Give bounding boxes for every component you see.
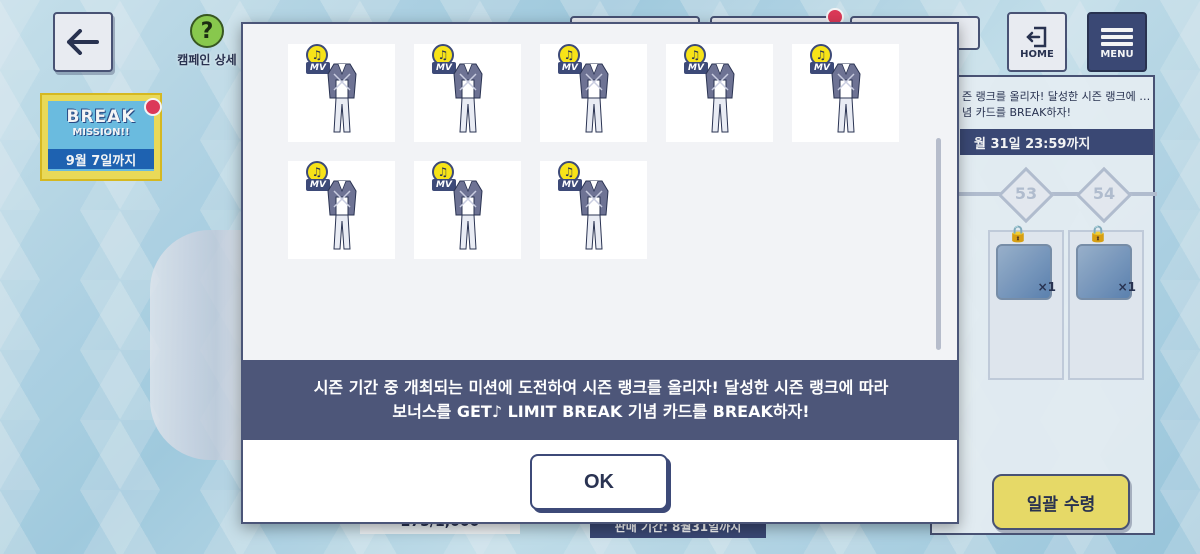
costume-icon bbox=[327, 63, 357, 133]
costume-icon bbox=[579, 180, 609, 250]
modal-message-line-2: 보너스를 GET♪ LIMIT BREAK 기념 카드를 BREAK하자! bbox=[392, 402, 810, 421]
list-scrollbar[interactable] bbox=[936, 138, 941, 350]
ok-button[interactable]: OK bbox=[530, 454, 668, 510]
card-tile[interactable]: ♫ MV bbox=[792, 44, 899, 142]
modal-message: 시즌 기간 중 개최되는 미션에 도전하여 시즌 랭크를 올리자! 달성한 시즌… bbox=[243, 360, 957, 440]
card-reward-list[interactable]: ♫ MV ♫ MV ♫ MV ♫ MV ♫ MV ♫ MV ♫ MV ♫ MV bbox=[243, 24, 957, 360]
costume-icon bbox=[453, 63, 483, 133]
card-tile[interactable]: ♫ MV bbox=[288, 161, 395, 259]
card-tile[interactable]: ♫ MV bbox=[540, 161, 647, 259]
costume-icon bbox=[453, 180, 483, 250]
modal-message-line-1: 시즌 기간 중 개최되는 미션에 도전하여 시즌 랭크를 올리자! 달성한 시즌… bbox=[313, 378, 889, 397]
card-tile[interactable]: ♫ MV bbox=[414, 161, 521, 259]
card-tile[interactable]: ♫ MV bbox=[288, 44, 395, 142]
season-info-modal: ♫ MV ♫ MV ♫ MV ♫ MV ♫ MV ♫ MV ♫ MV ♫ MV 시즌 기간 중 개최되는 미션… bbox=[241, 22, 959, 524]
costume-icon bbox=[705, 63, 735, 133]
card-tile[interactable]: ♫ MV bbox=[666, 44, 773, 142]
card-tile[interactable]: ♫ MV bbox=[540, 44, 647, 142]
costume-icon bbox=[327, 180, 357, 250]
costume-icon bbox=[579, 63, 609, 133]
costume-icon bbox=[831, 63, 861, 133]
card-tile[interactable]: ♫ MV bbox=[414, 44, 521, 142]
